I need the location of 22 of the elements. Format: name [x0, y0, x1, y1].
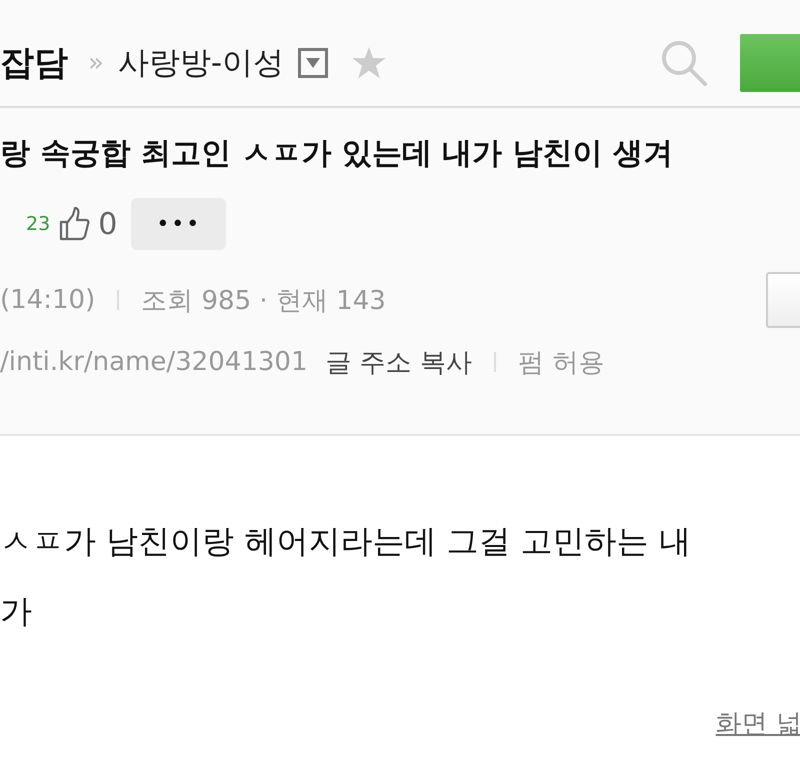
category-link[interactable]: 사랑방-이성 — [118, 42, 284, 84]
share-permission: 펌 허용 — [518, 346, 604, 380]
post-url: /inti.kr/name/32041301 — [0, 347, 308, 377]
board-title[interactable]: 잡담 — [0, 40, 68, 86]
body-text: ㅅㅍ가 남친이랑 헤어지라는데 그걸 고민하는 내 — [0, 521, 692, 562]
more-button[interactable]: ••• — [131, 198, 226, 250]
like-count: 0 — [98, 206, 118, 242]
side-button[interactable] — [766, 272, 800, 328]
post-title: 랑 속궁합 최고인 ㅅㅍ가 있는데 내가 남친이 생겨 — [0, 135, 674, 173]
body-text: 가 — [0, 591, 33, 632]
thumbs-up-icon[interactable] — [58, 207, 90, 241]
caret-icon — [306, 58, 320, 68]
write-button[interactable] — [740, 34, 800, 92]
breadcrumb-separator: » — [88, 48, 104, 78]
widen-screen-link[interactable]: 화면 넓 — [716, 706, 800, 741]
star-icon[interactable] — [352, 47, 386, 79]
view-count: 조회 985 · 현재 143 — [141, 284, 386, 318]
comment-count: 23 — [26, 213, 50, 235]
dropdown-button[interactable] — [298, 48, 328, 78]
copy-link[interactable]: 글 주소 복사 — [325, 344, 472, 380]
post-time: (14:10) — [0, 285, 96, 315]
search-icon[interactable] — [660, 39, 708, 87]
